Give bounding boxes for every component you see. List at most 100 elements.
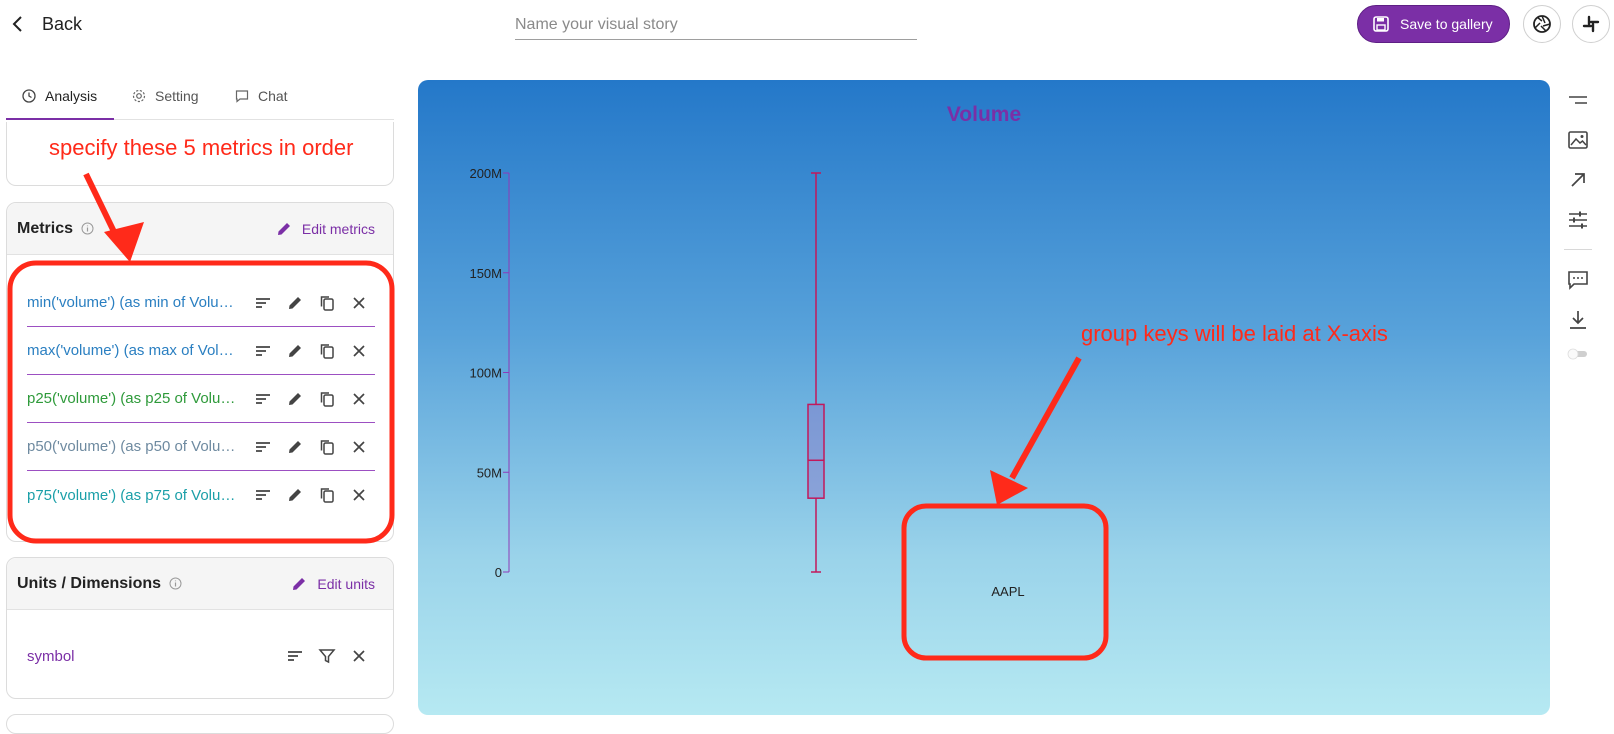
metric-label[interactable]: p50('volume') (as p50 of Volume) [27,438,239,455]
back-button[interactable]: Back [8,10,82,38]
short-lines-icon [1569,96,1587,104]
toggle-switch[interactable] [1562,338,1594,370]
y-tick-label: 100M [469,366,502,381]
sort-icon [256,490,270,500]
close-icon [353,489,365,501]
units-title: Units / Dimensions [17,574,162,592]
y-tick-label: 150M [469,266,502,281]
save-label: Save to gallery [1400,16,1493,32]
arrow-button[interactable] [1562,164,1594,196]
panel-tabs: Analysis Setting Chat [6,72,394,120]
clock-icon [22,89,36,103]
remove-button[interactable] [343,479,375,511]
image-button[interactable] [1562,124,1594,156]
sort-button[interactable] [279,640,311,672]
toggle-icon [1567,348,1587,360]
remove-button[interactable] [343,287,375,319]
metric-row: p75('volume') (as p75 of Volume) [27,471,375,519]
metric-row-actions [247,375,375,423]
sort-icon [256,346,270,356]
box-plot-chart: Volume 0 50M 100M 150M 200M AAPL [469,103,1024,599]
sort-button[interactable] [247,287,279,319]
remove-button[interactable] [343,640,375,672]
remove-button[interactable] [343,383,375,415]
pencil-icon [289,393,301,405]
filter-button[interactable] [311,640,343,672]
tab-analysis[interactable]: Analysis [22,72,97,120]
arrow-up-right-icon [1571,173,1585,187]
info-icon[interactable] [81,222,94,235]
sort-icon [288,651,302,661]
align-button[interactable] [1562,84,1594,116]
pencil-icon [289,441,301,453]
pencil-icon [289,345,301,357]
metric-row: p50('volume') (as p50 of Volume) [27,423,375,471]
duplicate-button[interactable] [311,479,343,511]
sort-icon [256,298,270,308]
sort-button[interactable] [247,431,279,463]
duplicate-button[interactable] [311,383,343,415]
metric-label[interactable]: max('volume') (as max of Volume) [27,342,239,359]
slack-icon [1582,15,1600,33]
copy-icon [320,296,334,311]
y-tick-label: 0 [495,565,502,580]
duplicate-button[interactable] [311,431,343,463]
aperture-button[interactable] [1523,5,1561,43]
metric-row: max('volume') (as max of Volume) [27,327,375,375]
filter-icon [318,649,336,664]
toolbar-divider [1564,249,1592,250]
y-tick-label: 200M [469,166,502,181]
edit-button[interactable] [279,287,311,319]
duplicate-button[interactable] [311,287,343,319]
chat-icon [235,90,249,103]
sort-icon [256,442,270,452]
close-icon [353,650,365,662]
unit-row: symbol [27,632,375,680]
sort-button[interactable] [247,479,279,511]
tab-chat-label: Chat [258,88,288,104]
sort-button[interactable] [247,335,279,367]
info-icon[interactable] [169,577,182,590]
metric-row: min('volume') (as min of Volume) [27,279,375,327]
copy-icon [320,392,334,407]
tab-setting[interactable]: Setting [132,72,199,120]
edit-units-label: Edit units [317,576,375,592]
annotation-xaxis-note: group keys will be laid at X-axis [1081,321,1388,346]
metrics-header: Metrics Edit metrics [7,203,393,255]
metrics-title: Metrics [17,219,74,237]
duplicate-button[interactable] [311,335,343,367]
story-name-input[interactable] [515,10,917,40]
metric-label[interactable]: p75('volume') (as p75 of Volume) [27,487,239,504]
sort-button[interactable] [247,383,279,415]
save-icon [1373,16,1389,32]
unit-label[interactable]: symbol [27,648,239,665]
edit-button[interactable] [279,431,311,463]
remove-button[interactable] [343,431,375,463]
next-section-card [6,714,394,734]
sliders-icon [1569,211,1587,229]
edit-button[interactable] [279,479,311,511]
edit-metrics-button[interactable]: Edit metrics [275,203,375,255]
edit-button[interactable] [279,335,311,367]
save-to-gallery-button[interactable]: Save to gallery [1357,5,1510,43]
back-label: Back [42,13,83,34]
remove-button[interactable] [343,335,375,367]
active-tab-indicator [6,118,114,120]
edit-metrics-label: Edit metrics [301,221,375,237]
close-icon [353,441,365,453]
chevron-left-icon [12,16,22,32]
edit-units-button[interactable]: Edit units [290,558,375,610]
edit-button[interactable] [279,383,311,415]
x-category-label: AAPL [991,584,1024,599]
download-button[interactable] [1562,304,1594,336]
tab-chat[interactable]: Chat [235,72,288,120]
metric-label[interactable]: p25('volume') (as p25 of Volume) [27,390,239,407]
adjust-button[interactable] [1562,204,1594,236]
metrics-card: Metrics Edit metrics min('volume') (as m… [6,202,394,542]
slack-button[interactable] [1572,5,1610,43]
close-icon [353,297,365,309]
comment-icon [1568,271,1588,290]
pencil-icon [289,297,301,309]
metric-label[interactable]: min('volume') (as min of Volume) [27,294,239,311]
comment-button[interactable] [1562,264,1594,296]
